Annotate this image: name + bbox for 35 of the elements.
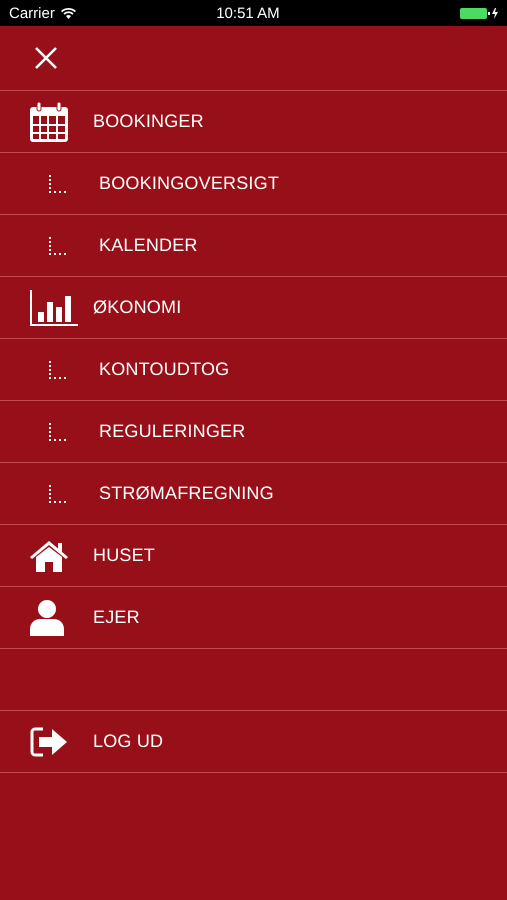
menu-item[interactable]: STRØMAFREGNING xyxy=(0,463,507,525)
user-icon xyxy=(30,600,64,636)
logout-icon xyxy=(30,726,68,758)
menu-label: BOOKINGOVERSIGT xyxy=(99,173,280,194)
tree-branch-icon xyxy=(48,360,67,378)
home-icon xyxy=(30,540,68,572)
menu-item[interactable]: KALENDER xyxy=(0,215,507,277)
menu-label: KONTOUDTOG xyxy=(99,359,230,380)
menu-label: EJER xyxy=(93,607,140,628)
bar-chart-icon xyxy=(30,290,78,326)
menu-item[interactable]: ØKONOMI xyxy=(0,277,507,339)
menu-label: BOOKINGER xyxy=(93,111,204,132)
battery-icon xyxy=(460,7,500,19)
close-icon[interactable] xyxy=(34,46,58,70)
menu-item[interactable]: HUSET xyxy=(0,525,507,587)
tree-branch-icon xyxy=(48,484,67,502)
wifi-icon xyxy=(60,8,76,18)
calendar-icon xyxy=(30,102,68,142)
clock-time: 10:51 AM xyxy=(215,4,281,22)
menu-label: KALENDER xyxy=(99,235,198,256)
menu-item[interactable]: BOOKINGER xyxy=(0,91,507,153)
tree-branch-icon xyxy=(48,236,67,254)
menu-item[interactable]: BOOKINGOVERSIGT xyxy=(0,153,507,215)
menu-label: STRØMAFREGNING xyxy=(99,483,274,504)
menu-item[interactable]: EJER xyxy=(0,587,507,649)
menu-item[interactable]: KONTOUDTOG xyxy=(0,339,507,401)
tree-branch-icon xyxy=(48,174,67,192)
carrier-label: Carrier xyxy=(9,4,55,22)
menu-label: HUSET xyxy=(93,545,156,566)
menu-label: REGULERINGER xyxy=(99,421,246,442)
menu-label: ØKONOMI xyxy=(93,297,182,318)
menu-label: LOG UD xyxy=(93,731,164,752)
tree-branch-icon xyxy=(48,422,67,440)
menu-item[interactable]: LOG UD xyxy=(0,711,507,773)
menu-item[interactable]: REGULERINGER xyxy=(0,401,507,463)
